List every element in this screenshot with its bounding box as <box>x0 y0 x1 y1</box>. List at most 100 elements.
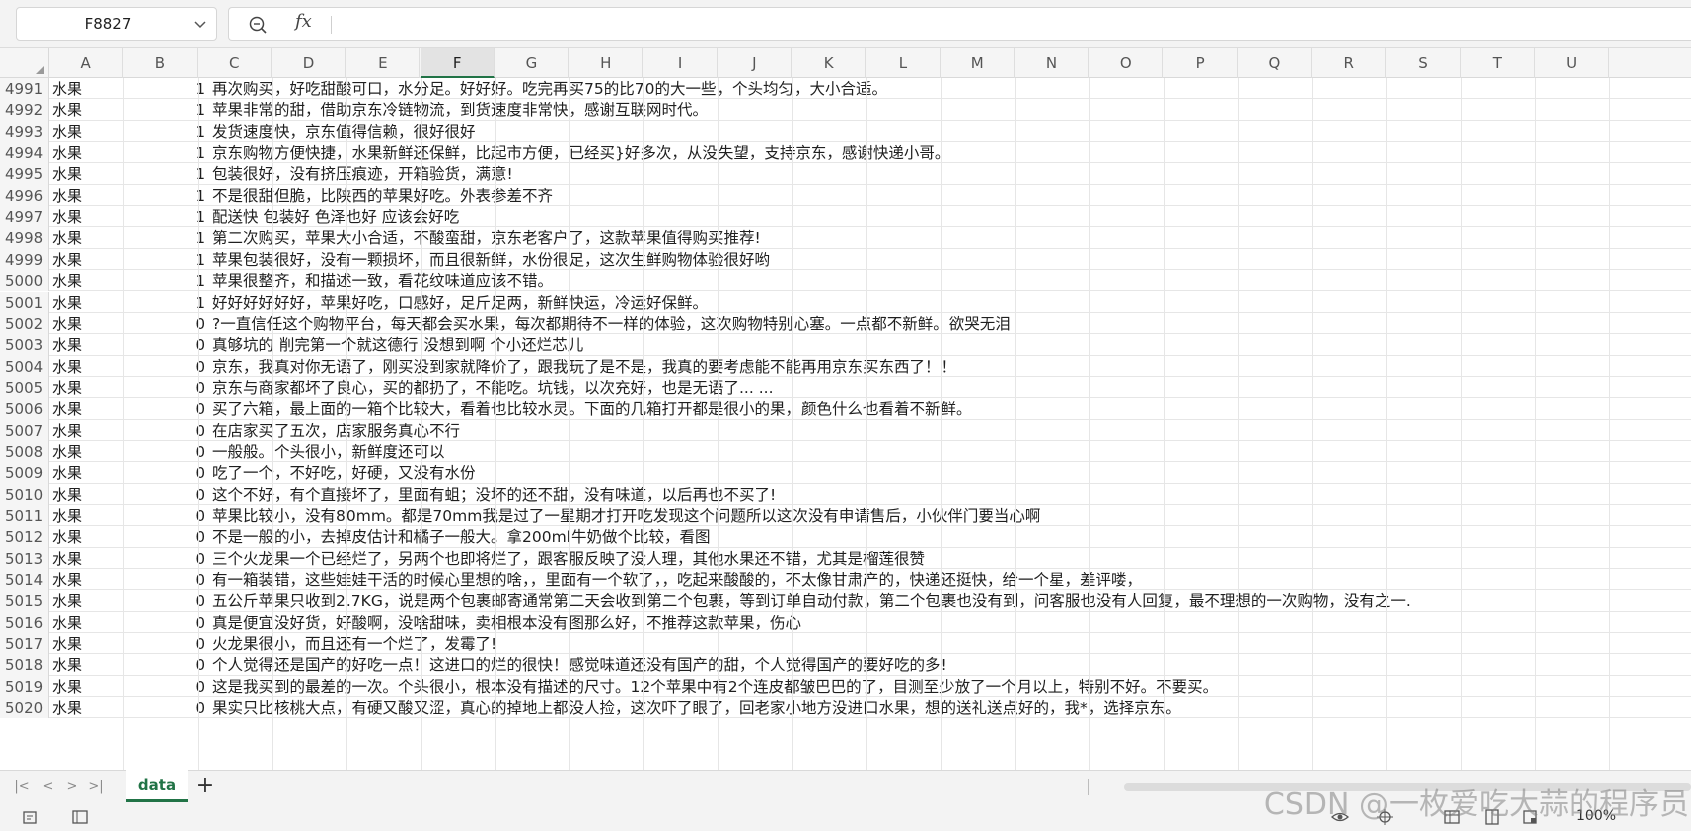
scroll-divider[interactable] <box>1088 779 1089 795</box>
cell-label[interactable]: 0 <box>129 420 205 443</box>
cell-label[interactable]: 0 <box>129 612 205 635</box>
cell-category[interactable]: 水果 <box>52 142 82 165</box>
row-number[interactable]: 5000 <box>0 270 49 292</box>
row-number[interactable]: 5019 <box>0 675 49 698</box>
cell-label[interactable]: 0 <box>129 462 205 485</box>
table-row[interactable]: 5007 水果 0 在店家买了五次，店家服务真心不行 <box>0 419 1691 443</box>
cell-label[interactable]: 0 <box>129 676 205 699</box>
cell-label[interactable]: 0 <box>129 526 205 549</box>
row-number[interactable]: 5013 <box>0 547 49 570</box>
cell-review-text[interactable]: 配送快 包装好 色泽也好 应该会好吃 <box>212 206 459 229</box>
cell-category[interactable]: 水果 <box>52 356 82 379</box>
cell-review-text[interactable]: 真是便宜没好货，好酸啊，没啥甜味，卖相根本没有图那么好，不推荐这款苹果，伤心 <box>212 612 801 635</box>
macro-icon[interactable] <box>20 807 40 827</box>
row-number[interactable]: 5008 <box>0 440 49 463</box>
row-number[interactable]: 5009 <box>0 462 49 484</box>
cell-category[interactable]: 水果 <box>52 569 82 592</box>
cell-category[interactable]: 水果 <box>52 227 82 250</box>
cell-label[interactable]: 1 <box>129 270 205 293</box>
row-number[interactable]: 4997 <box>0 206 49 228</box>
row-number[interactable]: 4994 <box>0 142 49 164</box>
cell-category[interactable]: 水果 <box>52 441 82 464</box>
cell-label[interactable]: 1 <box>129 78 205 101</box>
cell-label[interactable]: 1 <box>129 142 205 165</box>
table-row[interactable]: 5009 水果 0 吃了一个，不好吃，好硬，又没有水份 <box>0 462 1691 485</box>
magnifier-icon[interactable] <box>247 14 269 36</box>
table-row[interactable]: 5011 水果 0 苹果比较小，没有80mm。都是70mm我是过了一星期才打开吃发现这… <box>0 505 1691 528</box>
row-number[interactable]: 4998 <box>0 227 49 249</box>
table-row[interactable]: 5020 水果 0 果实只比核桃大点，有硬又酸又涩，真心的掉地上都没人捡，这次吓了眼了… <box>0 697 1691 720</box>
column-header-K[interactable]: K <box>792 48 867 78</box>
select-all-corner[interactable] <box>0 48 49 78</box>
row-number[interactable]: 5014 <box>0 569 49 591</box>
cell-label[interactable]: 0 <box>129 398 205 421</box>
column-header-R[interactable]: R <box>1312 48 1387 78</box>
cell-review-text[interactable]: 包装很好，没有挤压痕迹，开箱验货，满意! <box>212 163 513 186</box>
table-row[interactable]: 5006 水果 0 买了六箱，最上面的一箱个比较大，看着也比较水灵。下面的几箱打开都是… <box>0 398 1691 421</box>
cell-category[interactable]: 水果 <box>52 484 82 507</box>
cell-label[interactable]: 0 <box>129 633 205 656</box>
row-number[interactable]: 5002 <box>0 312 49 335</box>
table-row[interactable]: 5016 水果 0 真是便宜没好货，好酸啊，没啥甜味，卖相根本没有图那么好，不推荐这款… <box>0 611 1691 635</box>
formula-input[interactable]: fx <box>228 7 1691 41</box>
cell-review-text[interactable]: ?一直信任这个购物平台，每天都会买水果，每次都期待不一样的体验，这次购物特别心塞… <box>212 313 1011 336</box>
table-row[interactable]: 4991 水果 1 再次购买，好吃甜酸可口，水分足。好好好。吃完再买75的比70的大一… <box>0 78 1691 101</box>
cell-review-text[interactable]: 在店家买了五次，店家服务真心不行 <box>212 420 460 443</box>
cell-category[interactable]: 水果 <box>52 612 82 635</box>
cell-review-text[interactable]: 买了六箱，最上面的一箱个比较大，看着也比较水灵。下面的几箱打开都是很小的果，颜色… <box>212 398 972 421</box>
table-row[interactable]: 5010水果0这个不好，有个直接坏了，里面有蛆；没坏的还不甜，没有味道，以后再也… <box>0 483 1691 507</box>
table-row[interactable]: 4995 水果 1 包装很好，没有挤压痕迹，开箱验货，满意! <box>0 163 1691 186</box>
table-row[interactable]: 4992 水果 1 苹果非常的甜，借助京东冷链物流，到货速度非常快，感谢互联网时代。 <box>0 99 1691 122</box>
cell-review-text[interactable]: 五公斤苹果只收到2.7KG，说是两个包裹邮寄通常第二天会收到第二个包裹，等到订单… <box>212 590 1411 613</box>
column-header-A[interactable]: A <box>49 48 124 78</box>
next-sheet-icon[interactable]: > <box>64 779 80 795</box>
cell-label[interactable]: 0 <box>129 505 205 528</box>
cell-category[interactable]: 水果 <box>52 313 82 336</box>
cell-review-text[interactable]: 真够坑的 削完第一个就这德行 没想到啊 个小还烂芯儿 <box>212 334 583 357</box>
cell-label[interactable]: 0 <box>129 356 205 379</box>
chevron-down-icon[interactable] <box>192 14 208 34</box>
cell-review-text[interactable]: 京东与商家都坏了良心，买的都扔了，不能吃。坑钱，以次充好，也是无语了... ..… <box>212 377 774 400</box>
table-row[interactable]: 5018 水果 0 个人觉得还是国产的好吃一点！这进口的烂的很快！感觉味道还没有国产的… <box>0 654 1691 677</box>
cell-review-text[interactable]: 火龙果很小，而且还有一个烂了，发霉了! <box>212 633 497 656</box>
column-header-L[interactable]: L <box>866 48 941 78</box>
first-sheet-icon[interactable]: |< <box>14 779 30 795</box>
cell-label[interactable]: 0 <box>129 548 205 571</box>
row-number[interactable]: 5004 <box>0 355 49 377</box>
cell-category[interactable]: 水果 <box>52 548 82 571</box>
column-header-J[interactable]: J <box>718 48 792 78</box>
table-row[interactable]: 5004 水果 0 京东，我真对你无语了，刚买没到家就降价了，跟我玩了是不是，我真的要… <box>0 355 1691 379</box>
cell-category[interactable]: 水果 <box>52 334 82 357</box>
row-number[interactable]: 4996 <box>0 184 49 207</box>
cell-review-text[interactable]: 京东，我真对你无语了，刚买没到家就降价了，跟我玩了是不是，我真的要考虑能不能再用… <box>212 356 956 379</box>
cell-category[interactable]: 水果 <box>52 377 82 400</box>
column-header-U[interactable]: U <box>1535 48 1610 78</box>
table-row[interactable]: 4998 水果 1 第二次购买，苹果大小合适，不酸蛮甜，京东老客户了，这款苹果值得购买… <box>0 227 1691 250</box>
column-header-C[interactable]: C <box>198 48 272 78</box>
row-number[interactable]: 5012 <box>0 526 49 548</box>
column-header-D[interactable]: D <box>272 48 347 78</box>
cell-category[interactable]: 水果 <box>52 420 82 443</box>
cell-category[interactable]: 水果 <box>52 505 82 528</box>
row-number[interactable]: 4993 <box>0 120 49 143</box>
column-header-G[interactable]: G <box>495 48 570 78</box>
row-number[interactable]: 5018 <box>0 654 49 676</box>
table-row[interactable]: 5015 水果 0 五公斤苹果只收到2.7KG，说是两个包裹邮寄通常第二天会收到第二个… <box>0 590 1691 613</box>
cell-label[interactable]: 0 <box>129 697 205 720</box>
add-sheet-icon[interactable]: + <box>194 775 216 797</box>
cell-review-text[interactable]: 苹果非常的甜，借助京东冷链物流，到货速度非常快，感谢互联网时代。 <box>212 99 708 122</box>
cell-category[interactable]: 水果 <box>52 590 82 613</box>
cell-label[interactable]: 0 <box>129 654 205 677</box>
column-header-Q[interactable]: Q <box>1238 48 1313 78</box>
table-row[interactable]: 5008 水果 0 一般般。个头很小，新鲜度还可以 <box>0 440 1691 464</box>
cell-label[interactable]: 1 <box>129 292 205 315</box>
cell-review-text[interactable]: 这是我买到的最差的一次。个头很小，根本没有描述的尺寸。12个苹果中有2个连皮都皱… <box>212 676 1218 699</box>
cell-category[interactable]: 水果 <box>52 206 82 229</box>
column-header-F[interactable]: F <box>420 48 495 78</box>
row-number[interactable]: 5006 <box>0 398 49 420</box>
cell-label[interactable]: 0 <box>129 569 205 592</box>
cell-review-text[interactable]: 再次购买，好吃甜酸可口，水分足。好好好。吃完再买75的比70的大一些，个头均匀，… <box>212 78 887 101</box>
row-number[interactable]: 5011 <box>0 505 49 527</box>
row-number[interactable]: 5005 <box>0 376 49 399</box>
cell-category[interactable]: 水果 <box>52 697 82 720</box>
